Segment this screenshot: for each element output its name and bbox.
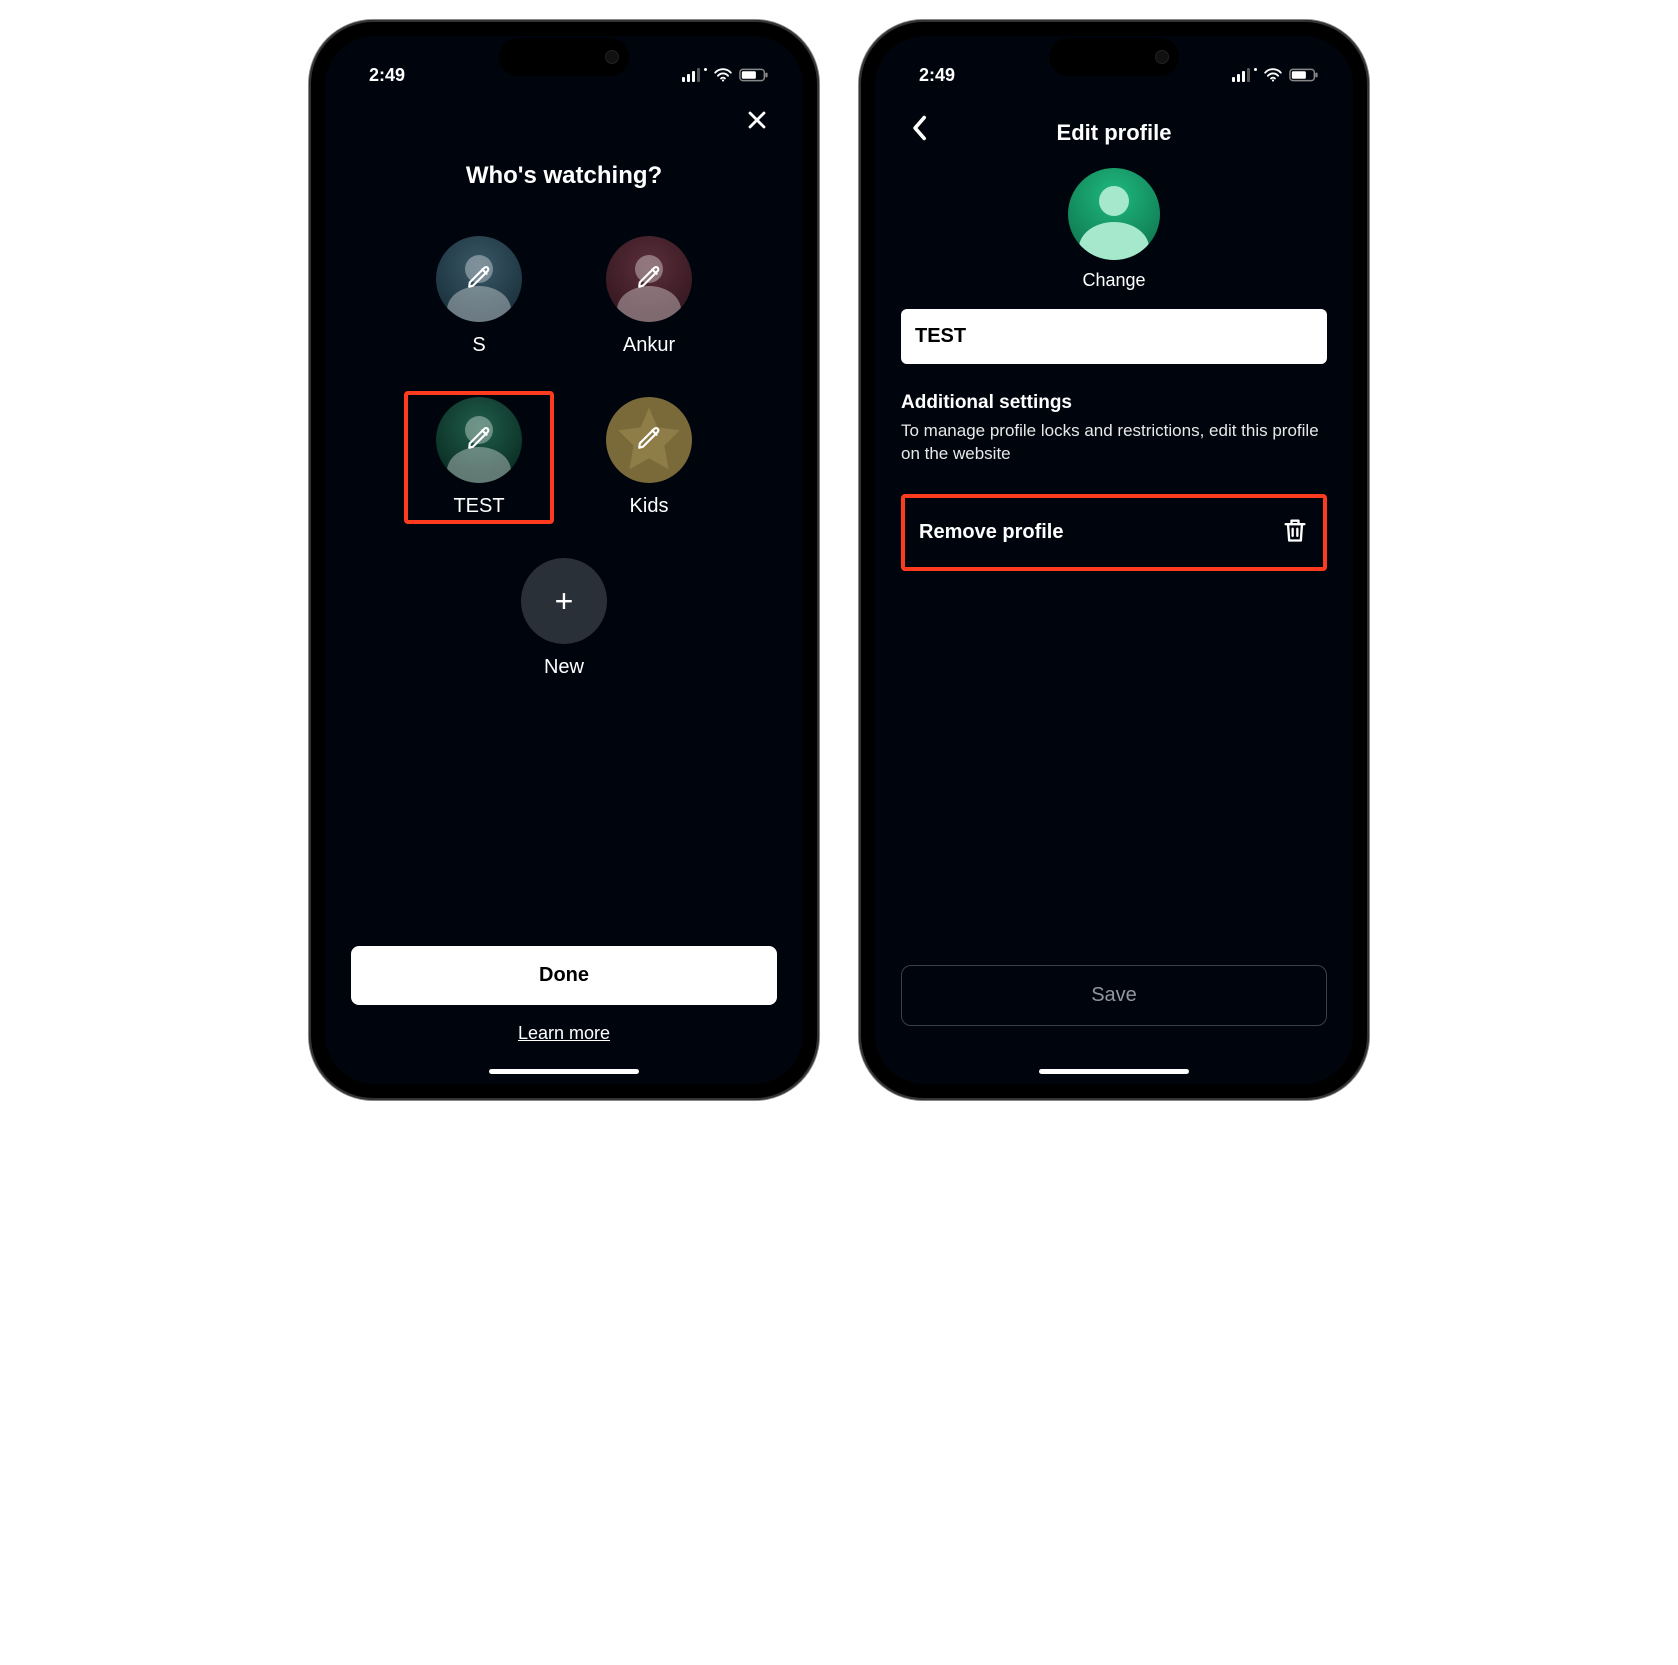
pencil-icon bbox=[636, 425, 662, 456]
profile-ankur[interactable]: Ankur bbox=[574, 230, 724, 363]
pencil-icon bbox=[466, 264, 492, 295]
avatar-kids bbox=[606, 397, 692, 483]
avatar-new: + bbox=[521, 558, 607, 644]
new-label: New bbox=[544, 656, 584, 679]
home-indicator[interactable] bbox=[1039, 1069, 1189, 1074]
profile-name-label: Ankur bbox=[623, 334, 675, 357]
wifi-icon bbox=[713, 68, 733, 82]
remove-profile-label: Remove profile bbox=[919, 521, 1063, 544]
screen-whos-watching: 2:49 Who's watching? bbox=[325, 36, 803, 1084]
profile-name-label: TEST bbox=[453, 495, 504, 518]
add-profile-button[interactable]: + New bbox=[519, 552, 609, 685]
cellular-icon bbox=[682, 68, 707, 82]
additional-settings-desc: To manage profile locks and restrictions… bbox=[901, 420, 1327, 466]
page-title: Edit profile bbox=[901, 120, 1327, 146]
home-indicator[interactable] bbox=[489, 1069, 639, 1074]
remove-profile-button[interactable]: Remove profile bbox=[901, 494, 1327, 571]
status-right bbox=[682, 68, 769, 82]
profile-name-input[interactable] bbox=[901, 309, 1327, 364]
phone-frame-1: 2:49 Who's watching? bbox=[309, 20, 819, 1100]
avatar-s bbox=[436, 236, 522, 322]
avatar-test bbox=[436, 397, 522, 483]
status-time: 2:49 bbox=[369, 65, 405, 86]
battery-icon bbox=[1289, 68, 1319, 82]
profile-test[interactable]: TEST bbox=[404, 391, 554, 524]
status-time: 2:49 bbox=[919, 65, 955, 86]
additional-settings-title: Additional settings bbox=[901, 392, 1327, 414]
page-title: Who's watching? bbox=[351, 162, 777, 190]
phone-frame-2: 2:49 Edit profile bbox=[859, 20, 1369, 1100]
dynamic-island bbox=[499, 38, 629, 76]
trash-icon bbox=[1281, 516, 1309, 549]
profile-avatar[interactable] bbox=[1068, 168, 1160, 260]
screen-edit-profile: 2:49 Edit profile bbox=[875, 36, 1353, 1084]
pencil-icon bbox=[466, 425, 492, 456]
dynamic-island bbox=[1049, 38, 1179, 76]
done-button[interactable]: Done bbox=[351, 946, 777, 1005]
change-avatar-link[interactable]: Change bbox=[1082, 270, 1145, 291]
learn-more-link[interactable]: Learn more bbox=[518, 1023, 610, 1044]
profile-kids[interactable]: Kids bbox=[574, 391, 724, 524]
profile-name-label: Kids bbox=[630, 495, 669, 518]
avatar-ankur bbox=[606, 236, 692, 322]
cellular-icon bbox=[1232, 68, 1257, 82]
close-icon[interactable] bbox=[743, 106, 771, 134]
profile-s[interactable]: S bbox=[404, 230, 554, 363]
save-button[interactable]: Save bbox=[901, 965, 1327, 1026]
pencil-icon bbox=[636, 264, 662, 295]
profile-name-label: S bbox=[472, 334, 485, 357]
plus-icon: + bbox=[555, 583, 574, 620]
battery-icon bbox=[739, 68, 769, 82]
status-right bbox=[1232, 68, 1319, 82]
wifi-icon bbox=[1263, 68, 1283, 82]
